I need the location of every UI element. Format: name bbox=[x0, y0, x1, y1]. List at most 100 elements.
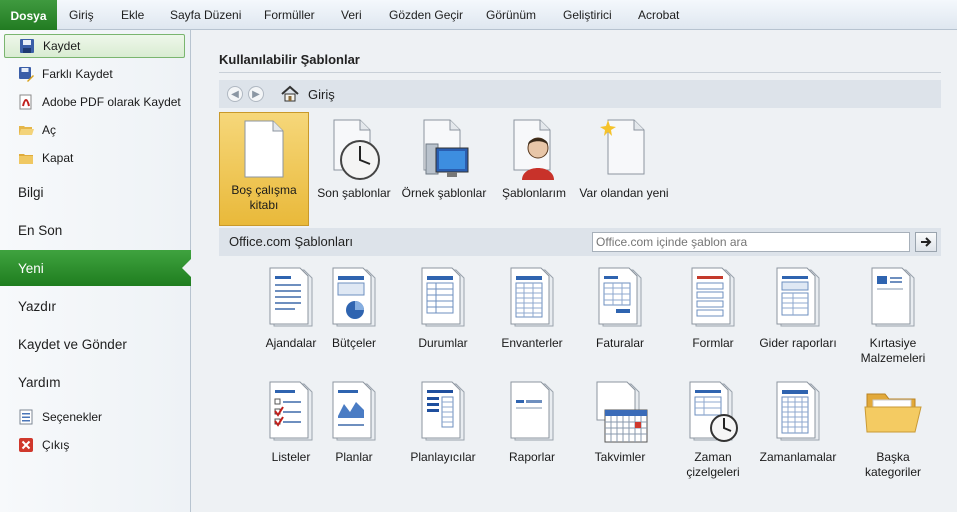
template-sample[interactable]: Örnek şablonlar bbox=[399, 112, 489, 226]
category-invoices[interactable]: Faturalar bbox=[574, 266, 666, 376]
tab-formulas[interactable]: Formüller bbox=[264, 8, 315, 22]
category-label: Envanterler bbox=[501, 336, 563, 350]
template-label: Boş çalışma kitabı bbox=[231, 183, 297, 212]
back-arrow-icon[interactable]: ◀ bbox=[227, 86, 243, 102]
section-new[interactable]: Yeni bbox=[0, 250, 191, 286]
category-label: Raporlar bbox=[508, 450, 556, 464]
close-button[interactable]: Kapat bbox=[4, 146, 185, 170]
blank-workbook-icon bbox=[244, 120, 284, 178]
template-my-templates[interactable]: Şablonlarım bbox=[489, 112, 579, 226]
status-doc-icon bbox=[421, 267, 465, 327]
category-label: Gider raporları bbox=[759, 336, 837, 350]
search-go-button[interactable] bbox=[915, 232, 937, 252]
home-icon[interactable] bbox=[281, 85, 299, 103]
category-label: Takvimler bbox=[594, 450, 646, 464]
category-plans[interactable]: Planlar bbox=[308, 380, 400, 490]
exit-label: Çıkış bbox=[42, 438, 70, 452]
new-workbook-pane: Kullanılabilir Şablonlar ◀ ▶ Giriş Boş ç… bbox=[191, 30, 957, 512]
ribbon-tab-bar: Dosya Giriş Ekle Sayfa Düzeni Formüller … bbox=[0, 0, 957, 31]
stationery-doc-icon bbox=[871, 267, 915, 327]
schedule-doc-icon bbox=[776, 381, 820, 441]
template-nav-bar: ◀ ▶ Giriş bbox=[219, 80, 941, 108]
folder-icon bbox=[864, 393, 922, 433]
template-new-from-existing[interactable]: Var olandan yeni bbox=[579, 112, 669, 226]
category-label: Durumlar bbox=[418, 336, 468, 350]
pdf-icon bbox=[19, 94, 32, 110]
plan-doc-icon bbox=[332, 381, 376, 441]
category-inventories[interactable]: Envanterler bbox=[486, 266, 578, 376]
breadcrumb-home[interactable]: Giriş bbox=[308, 87, 335, 102]
category-more[interactable]: Başka kategoriler bbox=[847, 380, 939, 490]
office-template-search-input[interactable] bbox=[592, 232, 910, 252]
save-as-label: Farklı Kaydet bbox=[42, 67, 113, 81]
exit-button[interactable]: Çıkış bbox=[4, 433, 185, 457]
category-label: Başka kategoriler bbox=[864, 450, 922, 479]
tab-view[interactable]: Görünüm bbox=[486, 8, 536, 22]
category-statuses[interactable]: Durumlar bbox=[397, 266, 489, 376]
category-budgets[interactable]: Bütçeler bbox=[308, 266, 400, 376]
form-doc-icon bbox=[691, 267, 735, 327]
tab-acrobat[interactable]: Acrobat bbox=[638, 8, 679, 22]
template-label: Şablonlarım bbox=[501, 186, 567, 200]
save-button[interactable]: Kaydet bbox=[4, 34, 185, 58]
category-label: Zaman çizelgeleri bbox=[686, 450, 740, 479]
category-label: Formlar bbox=[692, 336, 734, 350]
save-as-button[interactable]: Farklı Kaydet bbox=[4, 62, 185, 86]
open-button[interactable]: Aç bbox=[4, 118, 185, 142]
template-blank-workbook[interactable]: Boş çalışma kitabı bbox=[219, 112, 309, 226]
forward-arrow-icon[interactable]: ▶ bbox=[248, 86, 264, 102]
save-icon bbox=[20, 39, 34, 53]
close-folder-icon bbox=[19, 154, 33, 164]
options-icon bbox=[19, 409, 33, 425]
category-expense-reports[interactable]: Gider raporları bbox=[752, 266, 844, 376]
section-print[interactable]: Yazdır bbox=[0, 288, 191, 324]
category-reports[interactable]: Raporlar bbox=[486, 380, 578, 490]
save-as-pdf-button[interactable]: Adobe PDF olarak Kaydet bbox=[4, 90, 185, 114]
tab-review[interactable]: Gözden Geçir bbox=[389, 8, 463, 22]
close-label: Kapat bbox=[42, 151, 74, 165]
category-planners[interactable]: Planlayıcılar bbox=[397, 380, 489, 490]
category-label: Zamanlamalar bbox=[759, 450, 837, 464]
arrow-right-icon bbox=[921, 237, 932, 247]
calendar-doc-icon bbox=[596, 381, 648, 443]
section-recent[interactable]: En Son bbox=[0, 212, 191, 248]
exit-icon bbox=[19, 438, 33, 452]
save-as-icon bbox=[19, 67, 34, 82]
category-schedules[interactable]: Zamanlamalar bbox=[752, 380, 844, 490]
page-title: Kullanılabilir Şablonlar bbox=[219, 52, 360, 67]
save-as-pdf-label: Adobe PDF olarak Kaydet bbox=[42, 95, 181, 109]
sample-templates-icon bbox=[423, 119, 469, 177]
category-stationery[interactable]: Kırtasiye Malzemeleri bbox=[847, 266, 939, 376]
office-templates-heading: Office.com Şablonları bbox=[229, 234, 354, 249]
category-forms[interactable]: Formlar bbox=[667, 266, 759, 376]
section-help[interactable]: Yardım bbox=[0, 364, 191, 400]
planner-doc-icon bbox=[421, 381, 465, 441]
tab-file[interactable]: Dosya bbox=[0, 0, 57, 31]
section-info[interactable]: Bilgi bbox=[0, 174, 191, 210]
tab-page-layout[interactable]: Sayfa Düzeni bbox=[170, 8, 241, 22]
tab-insert[interactable]: Ekle bbox=[121, 8, 144, 22]
options-button[interactable]: Seçenekler bbox=[4, 405, 185, 429]
heading-divider bbox=[219, 72, 941, 73]
expense-report-doc-icon bbox=[776, 267, 820, 327]
timesheet-doc-icon bbox=[689, 381, 738, 442]
report-doc-icon bbox=[510, 381, 554, 441]
template-recent[interactable]: Son şablonlar bbox=[309, 112, 399, 226]
budget-doc-icon bbox=[332, 267, 376, 327]
category-label: Planlar bbox=[335, 450, 373, 464]
inventory-doc-icon bbox=[510, 267, 554, 327]
tab-developer[interactable]: Geliştirici bbox=[563, 8, 612, 22]
category-label: Bütçeler bbox=[331, 336, 377, 350]
tab-data[interactable]: Veri bbox=[341, 8, 362, 22]
category-calendars[interactable]: Takvimler bbox=[574, 380, 666, 490]
tab-home[interactable]: Giriş bbox=[69, 8, 94, 22]
recent-templates-clock-icon bbox=[333, 119, 380, 180]
new-from-existing-icon bbox=[600, 119, 645, 175]
category-label: Planlayıcılar bbox=[410, 450, 476, 464]
office-templates-bar: Office.com Şablonları bbox=[219, 228, 941, 256]
invoice-doc-icon bbox=[598, 267, 642, 327]
category-timesheets[interactable]: Zaman çizelgeleri bbox=[667, 380, 759, 490]
section-save-and-send[interactable]: Kaydet ve Gönder bbox=[0, 326, 191, 362]
template-label: Örnek şablonlar bbox=[401, 186, 487, 200]
category-label: Faturalar bbox=[595, 336, 645, 350]
